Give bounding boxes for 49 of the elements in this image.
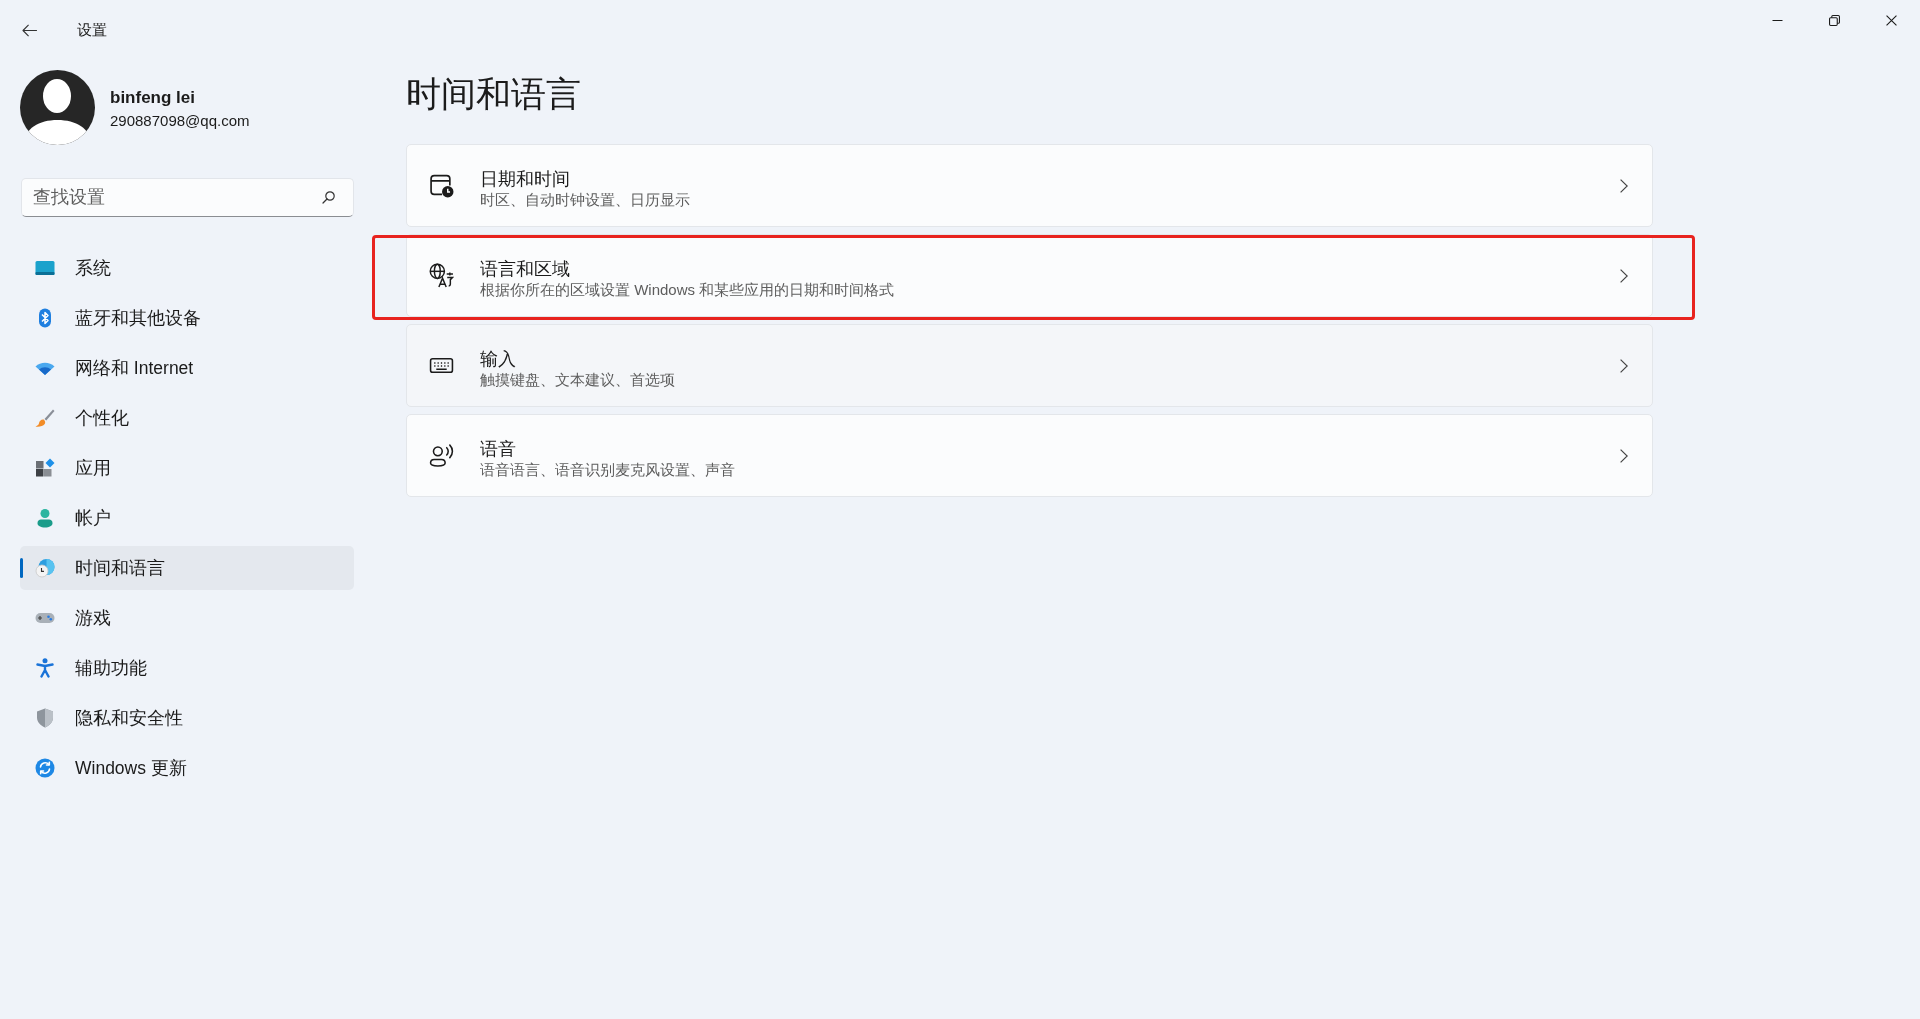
close-icon [1886, 14, 1897, 26]
search-icon [322, 191, 335, 204]
nav-item[interactable]: 时间和语言 [20, 546, 354, 590]
nav-item[interactable]: 网络和 Internet [20, 346, 354, 390]
settings-card[interactable]: 输入 触摸键盘、文本建议、首选项 [406, 324, 1653, 407]
shield-icon [35, 708, 55, 728]
calendar-clock-icon [429, 173, 454, 198]
settings-card[interactable]: 日期和时间 时区、自动时钟设置、日历显示 [406, 144, 1653, 227]
person-icon [35, 508, 55, 528]
nav-item[interactable]: 系统 [20, 246, 354, 290]
nav-item[interactable]: 蓝牙和其他设备 [20, 296, 354, 340]
card-subtitle: 触摸键盘、文本建议、首选项 [480, 369, 676, 389]
page-title: 时间和语言 [406, 73, 582, 115]
monitor-icon [35, 258, 55, 278]
paintbrush-icon [35, 408, 55, 428]
accessibility-icon [35, 658, 55, 678]
settings-card[interactable]: 语音 语音语言、语音识别麦克风设置、声音 [406, 414, 1653, 497]
user-name: binfeng lei [110, 87, 196, 108]
card-title: 语言和区域 [480, 258, 571, 280]
refresh-icon [35, 758, 55, 778]
settings-card[interactable]: 语言和区域 根据你所在的区域设置 Windows 和某些应用的日期和时间格式 [406, 234, 1653, 317]
card-title: 语音 [480, 438, 517, 460]
nav-item[interactable]: 辅助功能 [20, 646, 354, 690]
chevron-right-icon [1620, 268, 1628, 283]
chevron-right-icon [1620, 448, 1628, 463]
window-title: 设置 [77, 20, 107, 40]
nav-item[interactable]: 隐私和安全性 [20, 696, 354, 740]
selection-indicator [20, 558, 23, 578]
card-subtitle: 根据你所在的区域设置 Windows 和某些应用的日期和时间格式 [480, 279, 896, 299]
search-field[interactable]: 查找设置 [21, 178, 354, 217]
minimize-icon [1772, 19, 1783, 21]
globe-language-icon [429, 263, 454, 288]
back-arrow-icon [21, 23, 37, 37]
nav-item[interactable]: 个性化 [20, 396, 354, 440]
chevron-right-icon [1620, 358, 1628, 373]
chevron-right-icon [1620, 178, 1628, 193]
speaking-person-icon [429, 443, 454, 468]
nav-item[interactable]: 应用 [20, 446, 354, 490]
card-subtitle: 时区、自动时钟设置、日历显示 [480, 189, 691, 209]
restore-icon [1829, 14, 1840, 26]
user-email: 290887098@qq.com [110, 111, 250, 130]
card-title: 输入 [480, 348, 517, 370]
globe-clock-icon [35, 558, 55, 578]
apps-grid-icon [35, 458, 55, 478]
card-subtitle: 语音语言、语音识别麦克风设置、声音 [480, 459, 736, 479]
nav-item[interactable]: 帐户 [20, 496, 354, 540]
card-title: 日期和时间 [480, 168, 571, 190]
nav-item[interactable]: Windows 更新 [20, 746, 354, 790]
nav-item[interactable]: 游戏 [20, 596, 354, 640]
